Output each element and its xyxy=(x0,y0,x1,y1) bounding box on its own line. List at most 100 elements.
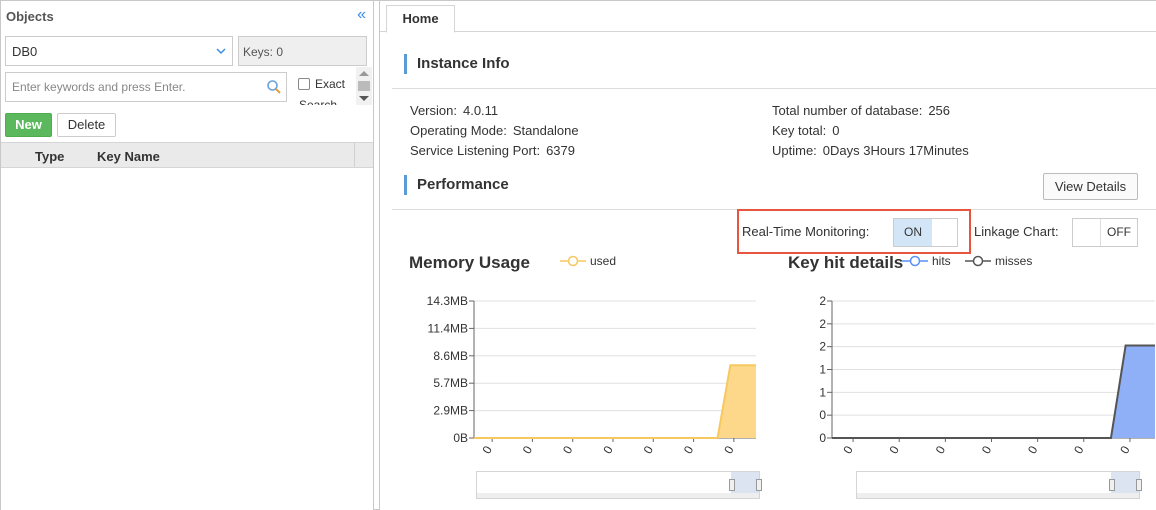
tab-home[interactable]: Home xyxy=(386,5,455,33)
new-button[interactable]: New xyxy=(5,113,52,137)
key-hit-chart: 0 0 1 1 2 2 2 0 0 0 0 0 0 0 xyxy=(819,294,1155,456)
view-details-button[interactable]: View Details xyxy=(1043,173,1138,200)
realtime-monitoring-toggle[interactable]: ON xyxy=(893,218,958,247)
divider xyxy=(392,88,1156,89)
x-tick-label: 0 xyxy=(600,443,616,456)
keyhit-zoom-slider[interactable] xyxy=(856,471,1142,499)
exact-option[interactable]: Exact xyxy=(298,77,345,91)
misses-legend[interactable]: misses xyxy=(965,254,1032,268)
hits-legend[interactable]: hits xyxy=(902,254,951,268)
info-value: 256 xyxy=(928,103,951,118)
scroll-down-icon[interactable] xyxy=(359,96,369,101)
performance-title: Performance xyxy=(404,175,509,195)
y-tick-label: 0 xyxy=(819,408,826,422)
options-scrollbar[interactable] xyxy=(356,67,372,105)
search-input[interactable] xyxy=(6,73,261,101)
x-tick-label: 0 xyxy=(840,443,856,456)
column-header-key-name[interactable]: Key Name xyxy=(97,149,160,164)
scroll-thumb[interactable] xyxy=(358,81,370,91)
x-tick-label: 0 xyxy=(520,443,536,456)
delete-button[interactable]: Delete xyxy=(57,113,116,137)
x-tick-label: 0 xyxy=(933,443,949,456)
app-window: Objects « DB0 Keys: 0 Exact Search xyxy=(0,0,1156,510)
y-tick-label: 2 xyxy=(819,317,826,331)
search-mode-label: Search xyxy=(299,99,355,105)
x-tick-label: 0 xyxy=(979,443,995,456)
memory-chart-title: Memory Usage xyxy=(409,253,530,272)
panel-title: Objects xyxy=(6,9,54,24)
scroll-up-icon[interactable] xyxy=(359,71,369,76)
x-tick-label: 0 xyxy=(641,443,657,456)
search-box xyxy=(5,72,287,102)
x-tick-label: 0 xyxy=(1071,443,1087,456)
legend-label: used xyxy=(590,254,617,268)
info-label: Uptime: xyxy=(772,143,817,158)
keys-table-header: Type Key Name xyxy=(1,142,373,168)
x-tick-label: 0 xyxy=(887,443,903,456)
search-icon[interactable] xyxy=(266,79,282,95)
column-divider xyxy=(354,143,355,167)
legend-marker-icon xyxy=(965,255,991,267)
exact-checkbox[interactable] xyxy=(298,78,310,90)
y-tick-label: 11.4MB xyxy=(428,321,468,335)
info-label: Total number of database: xyxy=(772,103,923,118)
x-tick-label: 0 xyxy=(479,443,495,456)
series-line-used xyxy=(474,364,756,439)
legend-marker-icon xyxy=(902,255,928,267)
info-operating-mode: Operating Mode: Standalone xyxy=(410,123,579,138)
info-label: Operating Mode: xyxy=(410,123,507,138)
column-header-type[interactable]: Type xyxy=(35,149,64,164)
legend-label: hits xyxy=(932,254,951,268)
keys-count: Keys: 0 xyxy=(238,36,367,66)
x-tick-label: 0 xyxy=(560,443,576,456)
series-line-misses xyxy=(832,344,1155,439)
info-value: 4.0.11 xyxy=(462,103,499,118)
y-tick-label: 1 xyxy=(819,385,826,399)
legend-marker-icon xyxy=(560,255,586,267)
slider-handle[interactable] xyxy=(1109,479,1115,491)
db-select-value: DB0 xyxy=(12,44,38,59)
x-tick-label: 0 xyxy=(681,443,697,456)
objects-header: Objects « xyxy=(1,1,374,31)
linkage-chart-label: Linkage Chart: xyxy=(974,224,1059,239)
slider-handle[interactable] xyxy=(729,479,735,491)
linkage-chart-toggle[interactable]: OFF xyxy=(1072,218,1138,247)
memory-legend[interactable]: used xyxy=(560,254,616,268)
info-total-db: Total number of database: 256 xyxy=(772,103,950,118)
info-key-total: Key total: 0 xyxy=(772,123,839,138)
slider-handle[interactable] xyxy=(1136,479,1142,491)
series-line-hits xyxy=(832,344,1155,439)
y-tick-label: 2 xyxy=(819,294,826,308)
y-tick-label: 2.9MB xyxy=(433,404,468,418)
y-tick-label: 2 xyxy=(819,340,826,354)
slider-track xyxy=(477,493,759,498)
chevron-down-icon xyxy=(216,48,226,55)
instance-info-title: Instance Info xyxy=(404,54,510,74)
toggle-state: OFF xyxy=(1100,219,1137,246)
info-uptime: Uptime: 0Days 3Hours 17Minutes xyxy=(772,143,969,158)
info-value: 0Days 3Hours 17Minutes xyxy=(822,143,969,158)
slider-track xyxy=(857,493,1139,498)
y-tick-label: 1 xyxy=(819,363,826,377)
toggle-state: ON xyxy=(894,219,932,246)
memory-zoom-slider[interactable] xyxy=(476,471,762,499)
x-tick-label: 0 xyxy=(721,443,737,456)
series-area-used xyxy=(474,365,756,438)
info-label: Version: xyxy=(410,103,457,118)
double-chevron-left-icon[interactable]: « xyxy=(357,7,366,23)
objects-panel: Objects « DB0 Keys: 0 Exact Search xyxy=(1,1,374,510)
x-tick-label: 0 xyxy=(1025,443,1041,456)
slider-handle[interactable] xyxy=(756,479,762,491)
info-port: Service Listening Port: 6379 xyxy=(410,143,575,158)
info-value: 0 xyxy=(832,123,840,138)
keyhit-chart-title: Key hit details xyxy=(788,253,904,272)
legend-label: misses xyxy=(995,254,1033,268)
info-value: 6379 xyxy=(546,143,575,158)
db-select[interactable]: DB0 xyxy=(5,36,233,66)
y-tick-label: 8.6MB xyxy=(433,349,468,363)
exact-label: Exact xyxy=(315,77,346,91)
y-tick-label: 5.7MB xyxy=(433,376,468,390)
main-panel: Home Instance Info Version: 4.0.11 Operat… xyxy=(379,1,1156,510)
info-label: Service Listening Port: xyxy=(410,143,541,158)
x-tick-label: 0 xyxy=(1117,443,1133,456)
